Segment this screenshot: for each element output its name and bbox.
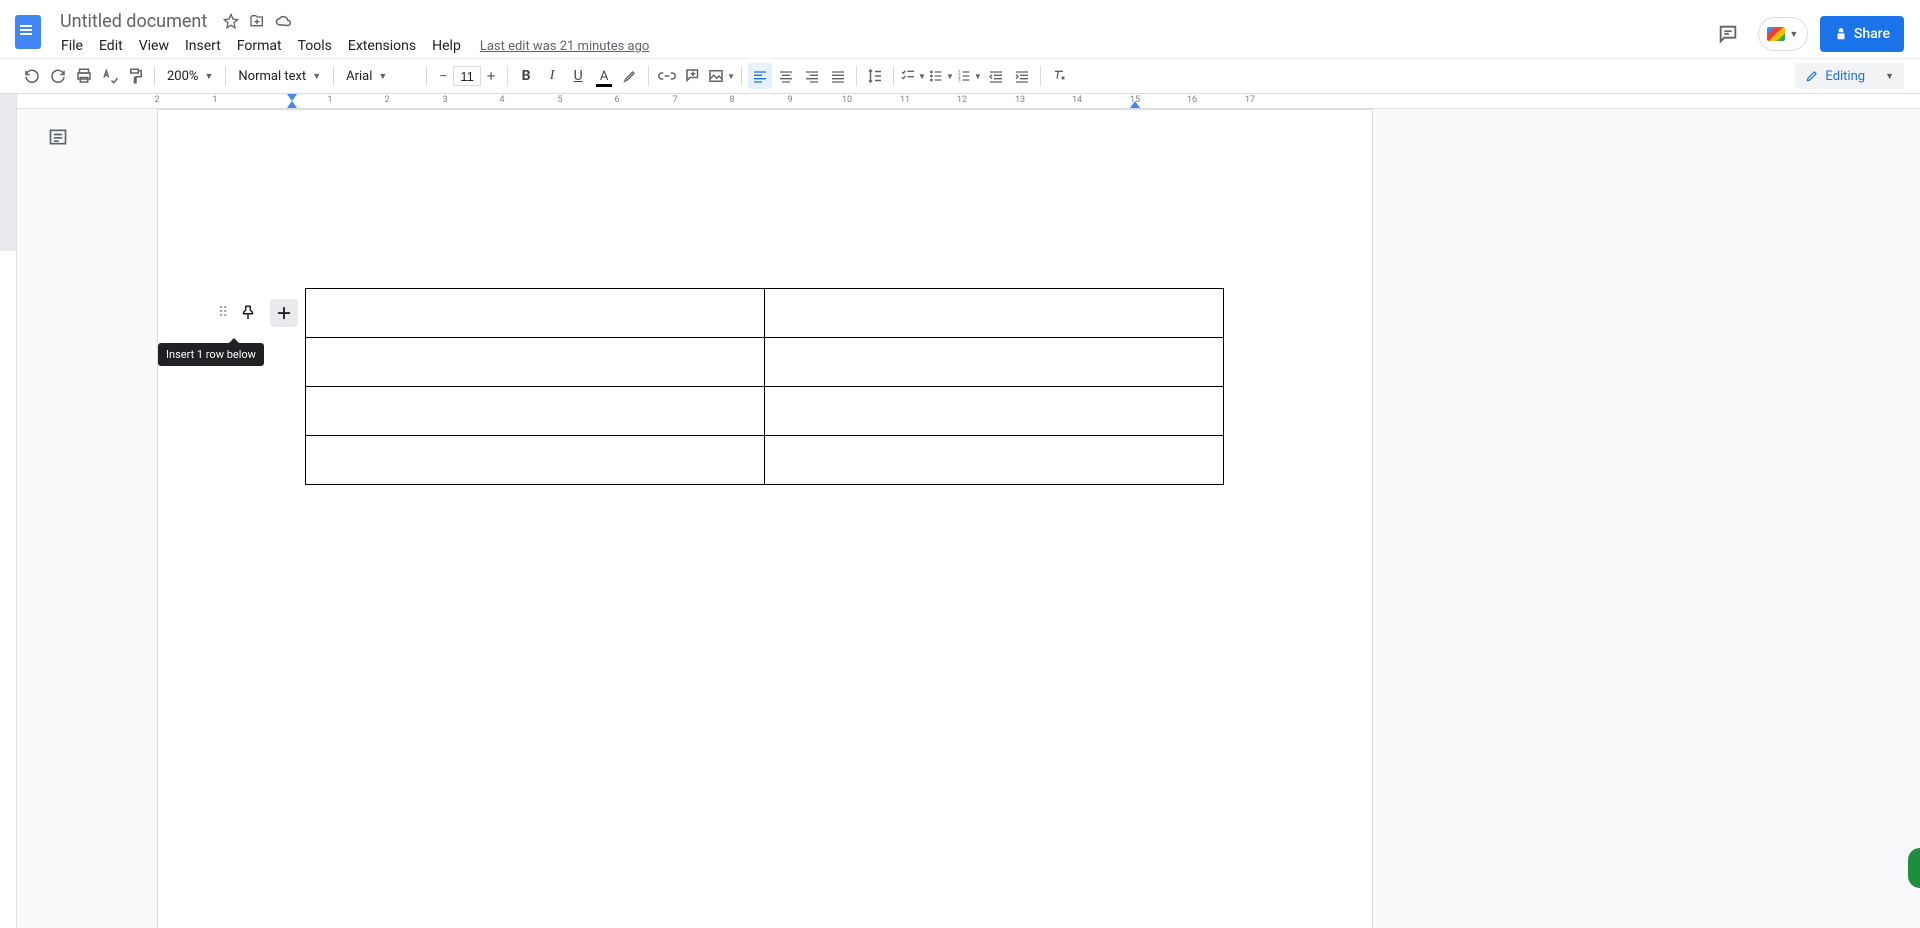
styles-select[interactable]: Normal text▼ [232,64,327,88]
meet-icon [1767,27,1785,41]
pin-row-button[interactable] [234,299,262,327]
table-cell[interactable] [306,387,765,436]
align-right-button[interactable] [800,63,824,89]
menu-insert[interactable]: Insert [178,34,228,58]
italic-button[interactable]: I [540,63,564,89]
document-page[interactable]: ⠿ Insert 1 row below [157,109,1373,928]
move-icon[interactable] [249,13,265,29]
highlight-button[interactable] [618,63,642,89]
menu-format[interactable]: Format [230,34,289,58]
align-left-button[interactable] [748,63,772,89]
font-size-decrease[interactable]: − [433,66,453,86]
table-row[interactable]: ⠿ Insert 1 row below [306,289,1224,338]
font-size-input[interactable] [453,66,481,86]
drag-handle-icon[interactable]: ⠿ [218,305,226,321]
redo-button[interactable] [46,63,70,89]
table-cell[interactable] [306,436,765,485]
insert-row-button[interactable] [270,299,298,327]
doc-title[interactable]: Untitled document [54,9,213,34]
docs-logo[interactable] [8,12,48,52]
explore-button[interactable] [1908,848,1920,888]
underline-button[interactable]: U [566,63,590,89]
share-button[interactable]: Share [1820,16,1904,52]
meet-button[interactable]: ▼ [1758,17,1808,51]
bold-button[interactable]: B [514,63,538,89]
numbered-list-button[interactable]: 123▼ [956,63,982,89]
table-cell[interactable] [765,436,1224,485]
align-justify-button[interactable] [826,63,850,89]
share-label: Share [1854,26,1890,42]
tooltip: Insert 1 row below [158,343,264,366]
insert-image-button[interactable]: ▼ [707,63,735,89]
left-indent-marker[interactable] [287,101,297,108]
zoom-select[interactable]: 200%▼ [161,64,219,88]
decrease-indent-button[interactable] [984,63,1008,89]
menu-edit[interactable]: Edit [92,34,130,58]
table-cell[interactable] [765,338,1224,387]
table-row[interactable] [306,387,1224,436]
show-outline-button[interactable] [45,124,71,150]
print-button[interactable] [72,63,96,89]
bulleted-list-button[interactable]: ▼ [928,63,954,89]
right-indent-marker[interactable] [1130,101,1140,108]
table-cell[interactable] [765,289,1224,338]
text-color-button[interactable]: A [592,63,616,89]
table-cell[interactable] [306,338,765,387]
vertical-ruler [0,94,17,928]
spellcheck-button[interactable] [98,63,122,89]
font-size-increase[interactable]: + [481,66,501,86]
menu-extensions[interactable]: Extensions [341,34,423,58]
align-center-button[interactable] [774,63,798,89]
first-line-indent-marker[interactable] [287,94,297,101]
line-spacing-button[interactable] [863,63,887,89]
table-row[interactable] [306,436,1224,485]
editing-mode-button[interactable]: Editing ▼ [1795,63,1904,89]
insert-link-button[interactable] [655,63,679,89]
star-icon[interactable] [223,13,239,29]
menu-file[interactable]: File [54,34,90,58]
table-cell[interactable]: ⠿ Insert 1 row below [306,289,765,338]
svg-text:3: 3 [958,77,961,83]
cloud-status-icon[interactable] [275,14,293,28]
horizontal-ruler[interactable]: 2 1 1 2 3 4 5 6 7 8 9 10 11 12 13 14 15 … [17,94,1920,109]
document-table[interactable]: ⠿ Insert 1 row below [305,288,1224,485]
last-edit-link[interactable]: Last edit was 21 minutes ago [480,39,650,54]
menu-tools[interactable]: Tools [291,34,339,58]
menu-help[interactable]: Help [425,34,468,58]
font-select[interactable]: Arial▼ [340,64,420,88]
undo-button[interactable] [20,63,44,89]
add-comment-button[interactable] [681,63,705,89]
clear-formatting-button[interactable] [1047,63,1071,89]
comment-history-icon[interactable] [1710,16,1746,52]
table-cell[interactable] [765,387,1224,436]
menu-view[interactable]: View [132,34,176,58]
table-row[interactable] [306,338,1224,387]
editing-mode-label: Editing [1825,69,1865,84]
paint-format-button[interactable] [124,63,148,89]
increase-indent-button[interactable] [1010,63,1034,89]
checklist-button[interactable]: ▼ [900,63,926,89]
